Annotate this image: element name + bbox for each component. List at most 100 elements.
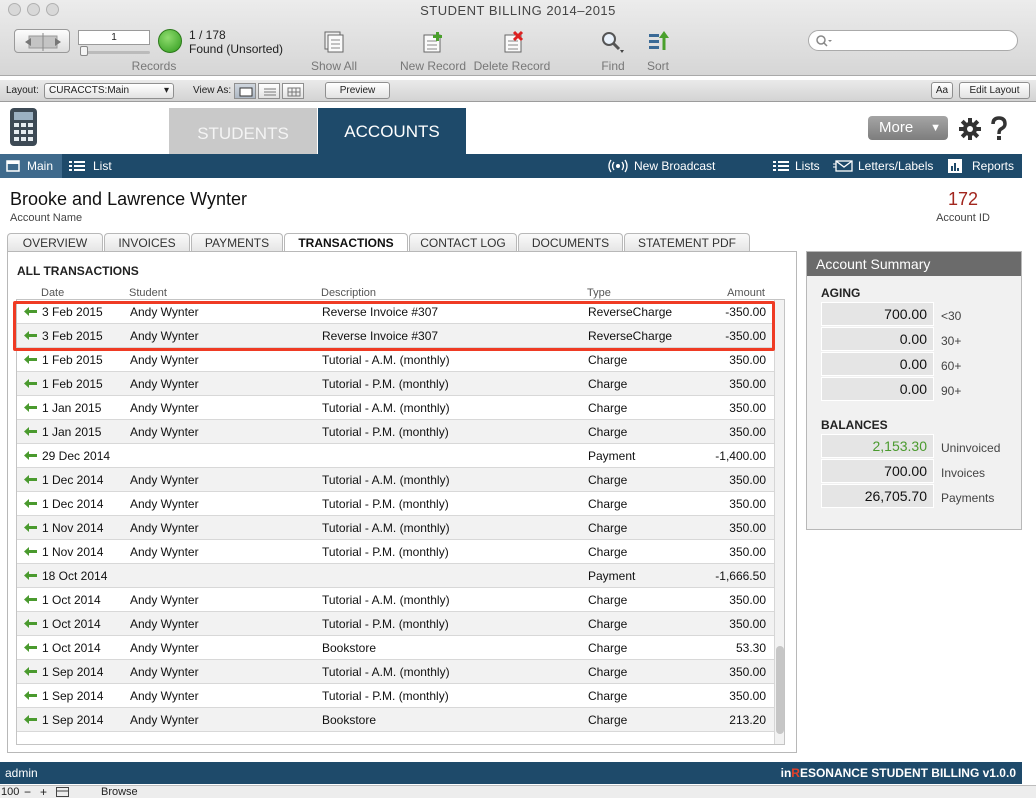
- show-all-button[interactable]: Show All: [304, 59, 364, 73]
- table-row[interactable]: 1 Jan 2015 Andy Wynter Tutorial - P.M. (mo…: [17, 420, 774, 444]
- edit-layout-button[interactable]: Edit Layout: [959, 82, 1030, 99]
- view-as-list-button[interactable]: [258, 83, 280, 99]
- cell-date: 1 Jan 2015: [42, 425, 102, 439]
- view-as-table-button[interactable]: [282, 83, 304, 99]
- tab-accounts[interactable]: ACCOUNTS: [318, 108, 466, 154]
- mode-indicator[interactable]: Browse: [101, 786, 138, 798]
- delete-record-button[interactable]: Delete Record: [472, 59, 552, 73]
- go-to-record-arrow-icon[interactable]: [24, 499, 37, 508]
- layout-select[interactable]: CURACCTS:Main ▾: [44, 83, 174, 99]
- cell-amount: 350.00: [729, 545, 766, 559]
- zoom-in-icon[interactable]: +: [40, 785, 47, 798]
- view-as-form-button[interactable]: [234, 83, 256, 99]
- new-record-button[interactable]: New Record: [398, 59, 468, 73]
- table-row[interactable]: 1 Nov 2014 Andy Wynter Tutorial - P.M. (mo…: [17, 540, 774, 564]
- cell-date: 1 Nov 2014: [42, 521, 104, 535]
- table-row[interactable]: 1 Sep 2014 Andy Wynter Bookstore Charge 213.…: [17, 708, 774, 732]
- cell-amount: -1,666.50: [715, 569, 766, 583]
- go-to-record-arrow-icon[interactable]: [24, 427, 37, 436]
- go-to-record-arrow-icon[interactable]: [24, 619, 37, 628]
- more-menu-button[interactable]: More ▼: [868, 116, 948, 140]
- cell-date: 1 Dec 2014: [42, 473, 104, 487]
- go-to-record-arrow-icon[interactable]: [24, 691, 37, 700]
- go-to-record-arrow-icon[interactable]: [24, 403, 37, 412]
- aging-under-30-value: 700.00: [821, 302, 934, 326]
- cell-date: 1 Sep 2014: [42, 713, 104, 727]
- cell-type: Charge: [588, 713, 628, 727]
- nav-reports[interactable]: Reports: [972, 159, 1014, 173]
- go-to-record-arrow-icon[interactable]: [24, 571, 37, 580]
- sort-button[interactable]: Sort: [640, 59, 676, 73]
- record-slider[interactable]: [80, 51, 150, 54]
- cell-type: Charge: [588, 689, 628, 703]
- gear-icon[interactable]: [958, 117, 982, 141]
- record-slider-handle[interactable]: [80, 46, 88, 56]
- go-to-record-arrow-icon[interactable]: [24, 667, 37, 676]
- table-row[interactable]: 1 Sep 2014 Andy Wynter Tutorial - P.M. (mo…: [17, 684, 774, 708]
- table-row[interactable]: 1 Feb 2015 Andy Wynter Tutorial - A.M. (mo…: [17, 348, 774, 372]
- go-to-record-arrow-icon[interactable]: [24, 355, 37, 364]
- record-number-input[interactable]: 1: [78, 30, 150, 45]
- table-row[interactable]: 1 Dec 2014 Andy Wynter Tutorial - P.M. (mo…: [17, 492, 774, 516]
- cell-type: Payment: [588, 449, 636, 463]
- zoom-level[interactable]: 100: [1, 786, 19, 798]
- table-row[interactable]: 1 Dec 2014 Andy Wynter Tutorial - A.M. (mo…: [17, 468, 774, 492]
- subtab-statement-pdf[interactable]: STATEMENT PDF: [624, 233, 750, 252]
- go-to-record-arrow-icon[interactable]: [24, 595, 37, 604]
- payments-value: 26,705.70: [821, 484, 934, 508]
- formatting-bar-button[interactable]: Aa: [931, 82, 953, 99]
- nav-new-broadcast[interactable]: New Broadcast: [634, 159, 715, 173]
- table-row[interactable]: 1 Oct 2014 Andy Wynter Bookstore Charge 53.3…: [17, 636, 774, 660]
- table-row[interactable]: 1 Nov 2014 Andy Wynter Tutorial - A.M. (mo…: [17, 516, 774, 540]
- go-to-record-arrow-icon[interactable]: [24, 523, 37, 532]
- record-navigator[interactable]: [14, 29, 70, 53]
- new-record-icon[interactable]: [421, 30, 445, 54]
- go-to-record-arrow-icon[interactable]: [24, 379, 37, 388]
- subtab-payments[interactable]: PAYMENTS: [191, 233, 283, 252]
- form-view-icon: [239, 87, 253, 97]
- cell-student: Andy Wynter: [130, 593, 199, 607]
- nav-letters-labels[interactable]: Letters/Labels: [858, 159, 933, 173]
- transactions-scrollbar-thumb[interactable]: [776, 646, 784, 734]
- table-row[interactable]: 18 Oct 2014 Payment -1,666.50: [17, 564, 774, 588]
- subtab-transactions[interactable]: TRANSACTIONS: [284, 233, 408, 253]
- go-to-record-arrow-icon[interactable]: [24, 451, 37, 460]
- help-question-icon[interactable]: [989, 115, 1009, 143]
- table-row[interactable]: 1 Feb 2015 Andy Wynter Tutorial - P.M. (mo…: [17, 372, 774, 396]
- cell-type: Charge: [588, 545, 628, 559]
- zoom-out-icon[interactable]: −: [24, 785, 31, 798]
- toggle-toolbar-icon[interactable]: [56, 787, 69, 797]
- go-to-record-arrow-icon[interactable]: [24, 715, 37, 724]
- delete-record-icon[interactable]: [502, 30, 526, 54]
- quick-find-input[interactable]: [808, 30, 1018, 51]
- subtab-invoices[interactable]: INVOICES: [104, 233, 190, 252]
- table-row[interactable]: 1 Oct 2014 Andy Wynter Tutorial - P.M. (mo…: [17, 612, 774, 636]
- subtab-documents[interactable]: DOCUMENTS: [518, 233, 623, 252]
- cell-description: Tutorial - A.M. (monthly): [322, 473, 450, 487]
- subtab-contact-log[interactable]: CONTACT LOG: [409, 233, 517, 252]
- table-row[interactable]: 1 Oct 2014 Andy Wynter Tutorial - A.M. (mo…: [17, 588, 774, 612]
- preview-button[interactable]: Preview: [325, 82, 390, 99]
- nav-main[interactable]: Main: [27, 159, 53, 173]
- broadcast-icon: [608, 159, 628, 173]
- go-to-record-arrow-icon[interactable]: [24, 547, 37, 556]
- transactions-list[interactable]: 3 Feb 2015 Andy Wynter Reverse Invoice #30…: [16, 299, 785, 745]
- table-row[interactable]: 1 Jan 2015 Andy Wynter Tutorial - A.M. (mo…: [17, 396, 774, 420]
- go-to-record-arrow-icon[interactable]: [24, 475, 37, 484]
- cell-amount: 350.00: [729, 665, 766, 679]
- sort-icon[interactable]: [647, 30, 671, 54]
- subtab-overview[interactable]: OVERVIEW: [7, 233, 103, 252]
- table-row[interactable]: 1 Sep 2014 Andy Wynter Tutorial - A.M. (mo…: [17, 660, 774, 684]
- nav-list[interactable]: List: [93, 159, 112, 173]
- show-all-icon[interactable]: [322, 30, 346, 54]
- go-to-record-arrow-icon[interactable]: [24, 643, 37, 652]
- cell-date: 1 Dec 2014: [42, 497, 104, 511]
- column-header-description: Description: [321, 287, 377, 299]
- table-row[interactable]: 29 Dec 2014 Payment -1,400.00: [17, 444, 774, 468]
- tab-students[interactable]: STUDENTS: [169, 108, 317, 154]
- envelope-icon: [833, 160, 853, 172]
- cell-date: 29 Dec 2014: [42, 449, 111, 463]
- find-magnifier-icon[interactable]: [600, 30, 624, 54]
- find-button[interactable]: Find: [594, 59, 632, 73]
- nav-lists[interactable]: Lists: [795, 159, 820, 173]
